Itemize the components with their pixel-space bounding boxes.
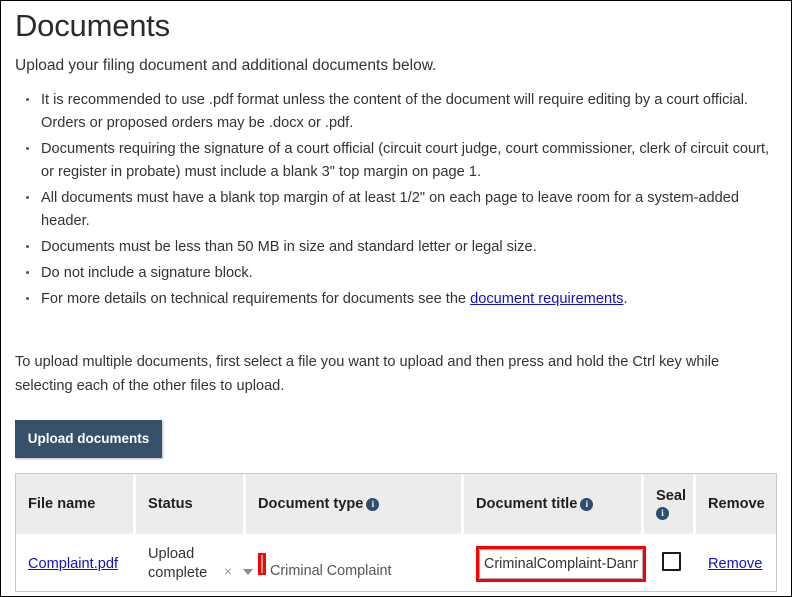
requirement-item: All documents must have a blank top marg…: [26, 187, 777, 233]
clear-selection-icon[interactable]: ×: [224, 556, 232, 586]
requirement-prefix-text: For more details on technical requiremen…: [41, 291, 471, 308]
cell-file-name: Complaint.pdf: [16, 536, 136, 591]
file-name-link[interactable]: Complaint.pdf: [28, 556, 118, 572]
column-header-status: Status: [136, 473, 246, 537]
requirements-list: It is recommended to use .pdf format unl…: [15, 89, 777, 311]
column-header-label: Document type: [258, 495, 364, 512]
requirement-item: Documents requiring the signature of a c…: [26, 138, 777, 184]
column-header-seal: Seal i: [644, 473, 696, 537]
requirement-suffix-text: .: [623, 291, 628, 308]
table-header-row: File name Status Document type i Document…: [16, 473, 776, 537]
table-row: Complaint.pdf Upload complete Criminal C…: [16, 536, 776, 591]
document-type-select[interactable]: Criminal Complaint ×: [224, 554, 392, 579]
requirement-item: Documents must be less than 50 MB in siz…: [26, 236, 777, 259]
documents-page: Documents Upload your filing document an…: [1, 1, 791, 596]
document-type-selected-value: Criminal Complaint: [270, 562, 392, 579]
column-header-file-name: File name: [16, 473, 136, 537]
page-title: Documents: [15, 8, 170, 43]
info-icon[interactable]: i: [366, 497, 380, 511]
column-header-label: Status: [148, 495, 193, 512]
column-header-label: Remove: [708, 495, 765, 512]
info-icon[interactable]: i: [580, 497, 594, 511]
cell-document-type: Criminal Complaint ×: [224, 536, 464, 591]
browser-viewport: Documents Upload your filing document an…: [0, 0, 792, 597]
document-title-highlight: [476, 545, 646, 582]
page-intro-text: Upload your filing document and addition…: [15, 57, 437, 75]
column-header-document-type: Document type i: [246, 473, 464, 537]
document-type-highlight: Criminal Complaint ×: [224, 552, 392, 579]
table-body: Complaint.pdf Upload complete Criminal C…: [16, 536, 776, 591]
cell-document-title: [464, 536, 646, 591]
column-header-document-title: Document title i: [464, 473, 644, 537]
document-title-input[interactable]: [479, 548, 643, 579]
requirement-item: Do not include a signature block.: [26, 262, 777, 285]
upload-documents-button[interactable]: Upload documents: [15, 419, 162, 458]
column-header-label: Document title: [476, 495, 578, 512]
chevron-down-icon[interactable]: [243, 568, 253, 575]
multi-upload-instruction: To upload multiple documents, first sele…: [15, 353, 720, 394]
column-header-label: File name: [28, 495, 96, 512]
requirement-item-with-link: For more details on technical requiremen…: [26, 288, 777, 311]
remove-link[interactable]: Remove: [708, 556, 762, 572]
table-header: File name Status Document type i Document…: [16, 473, 776, 537]
documents-table: File name Status Document type i Document…: [15, 472, 777, 592]
requirement-item: It is recommended to use .pdf format unl…: [26, 89, 777, 135]
column-header-remove: Remove: [696, 473, 776, 537]
cell-seal: [644, 536, 696, 591]
column-header-label: Seal: [656, 487, 687, 504]
cell-remove: Remove: [696, 536, 776, 591]
document-requirements-link[interactable]: document requirements: [470, 291, 623, 307]
seal-checkbox[interactable]: [661, 552, 681, 572]
info-icon[interactable]: i: [656, 506, 669, 520]
